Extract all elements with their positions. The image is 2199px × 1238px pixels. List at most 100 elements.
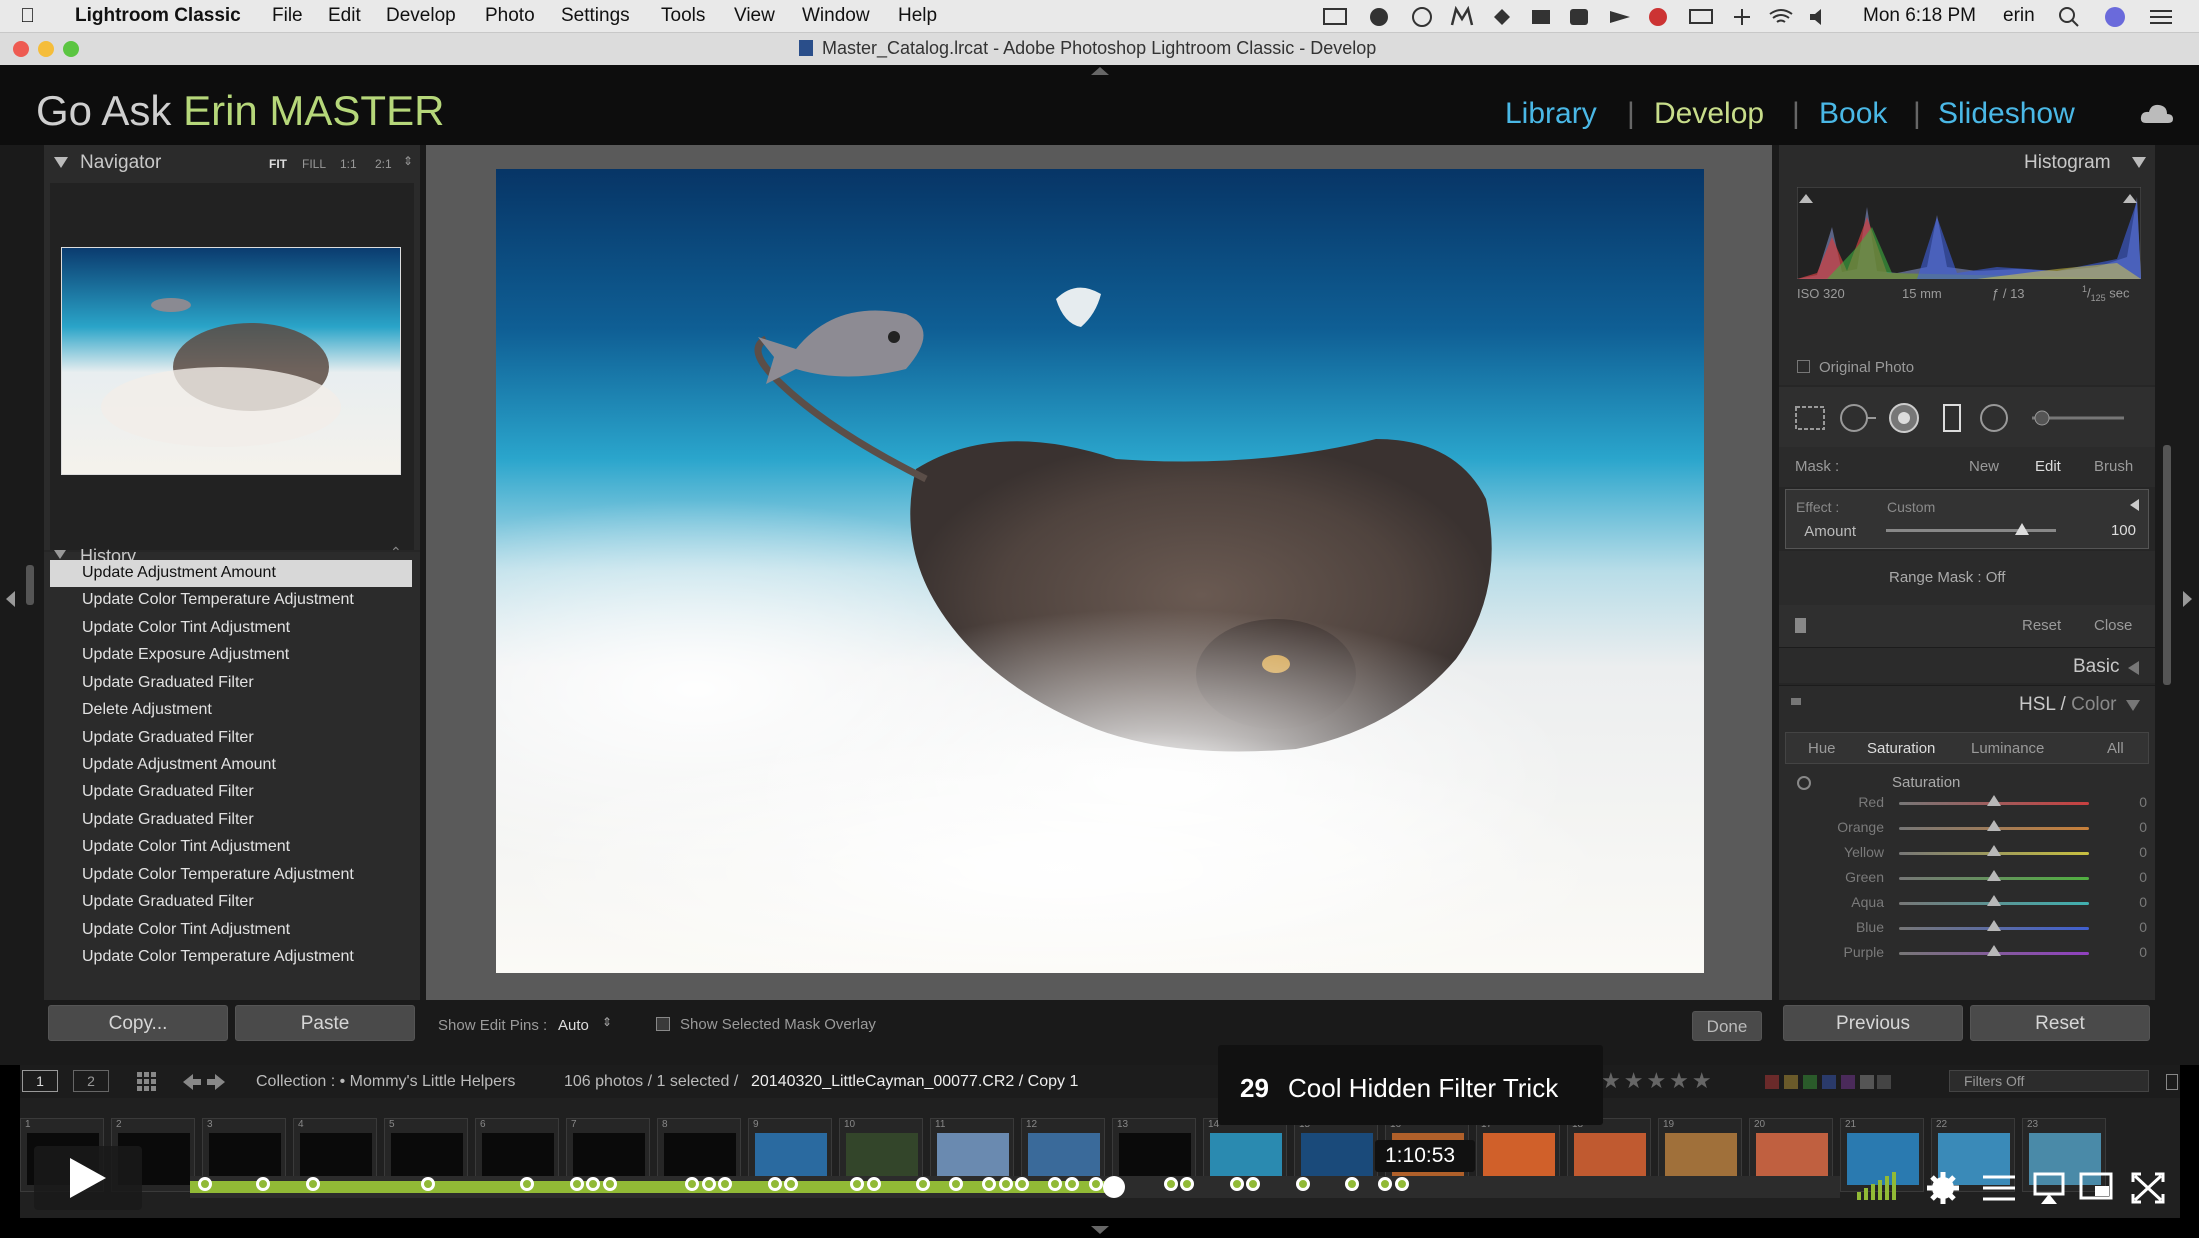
hsl-slider-thumb[interactable] xyxy=(1987,795,2001,806)
hsl-slider-value[interactable]: 0 xyxy=(2115,869,2147,885)
chapter-marker[interactable] xyxy=(1378,1177,1392,1191)
menubar-status-icons[interactable] xyxy=(1322,6,1822,28)
menu-develop[interactable]: Develop xyxy=(386,5,456,27)
menu-view[interactable]: View xyxy=(734,5,775,27)
hsl-slider-thumb[interactable] xyxy=(1987,895,2001,906)
chapter-marker[interactable] xyxy=(784,1177,798,1191)
menu-help[interactable]: Help xyxy=(898,5,937,27)
effect-collapse-icon[interactable] xyxy=(2130,499,2139,511)
hsl-slider-thumb[interactable] xyxy=(1987,845,2001,856)
menu-tools[interactable]: Tools xyxy=(661,5,705,27)
play-button[interactable] xyxy=(28,1140,148,1216)
hsl-slider-value[interactable]: 0 xyxy=(2115,894,2147,910)
top-panel-toggle-icon[interactable] xyxy=(1091,67,1109,75)
zoom-fill[interactable]: FILL xyxy=(302,157,326,171)
basic-panel-header[interactable]: Basic xyxy=(1779,647,2155,683)
history-title[interactable]: History xyxy=(80,546,136,560)
hsl-slider-track[interactable] xyxy=(1899,945,2089,956)
menubar-user[interactable]: erin xyxy=(2003,5,2035,27)
chapter-marker[interactable] xyxy=(569,1177,584,1191)
mask-overlay-checkbox[interactable] xyxy=(656,1017,670,1031)
color-label-filter[interactable] xyxy=(1765,1075,1891,1089)
amount-slider-thumb[interactable] xyxy=(2015,523,2029,535)
rating-filter-stars[interactable]: ★★★★★ xyxy=(1601,1068,1715,1094)
history-item[interactable]: Update Color Temperature Adjustment xyxy=(50,587,412,614)
history-item[interactable]: Update Color Temperature Adjustment xyxy=(50,944,412,971)
menu-file[interactable]: File xyxy=(272,5,303,27)
mask-reset[interactable]: Reset xyxy=(2022,617,2061,634)
tab-all[interactable]: All xyxy=(2107,740,2124,757)
zoom-2-1[interactable]: 2:1 xyxy=(375,157,392,171)
left-panel-handle[interactable] xyxy=(26,565,34,605)
history-item[interactable]: Update Color Temperature Adjustment xyxy=(50,862,412,889)
apple-icon[interactable]:  xyxy=(20,5,35,28)
chapter-marker[interactable] xyxy=(982,1177,996,1191)
tab-saturation[interactable]: Saturation xyxy=(1867,740,1935,757)
chapter-marker[interactable] xyxy=(701,1177,716,1191)
mask-toggle-switch[interactable] xyxy=(1795,618,1806,633)
video-progress-bar[interactable] xyxy=(190,1176,1840,1198)
history-item[interactable]: Update Adjustment Amount xyxy=(50,560,412,587)
module-develop[interactable]: Develop xyxy=(1654,97,1764,131)
cloud-sync-icon[interactable] xyxy=(2140,101,2174,127)
chapter-marker[interactable] xyxy=(866,1177,881,1191)
paste-settings-button[interactable]: Paste xyxy=(235,1005,415,1041)
targeted-adjustment-icon[interactable] xyxy=(1797,776,1811,790)
chapter-marker[interactable] xyxy=(1229,1177,1244,1191)
chapter-marker[interactable] xyxy=(998,1177,1013,1191)
grid-nav-icons[interactable] xyxy=(137,1072,227,1092)
tab-luminance[interactable]: Luminance xyxy=(1971,740,2044,757)
chapter-marker[interactable] xyxy=(949,1177,963,1191)
left-panel-toggle-icon[interactable] xyxy=(6,591,15,607)
hsl-slider-value[interactable]: 0 xyxy=(2115,944,2147,960)
zoom-menu-icon[interactable]: ⇕ xyxy=(403,154,413,168)
tab-hue[interactable]: Hue xyxy=(1808,740,1836,757)
window-2-button[interactable]: 2 xyxy=(73,1070,109,1092)
zoom-window-button[interactable] xyxy=(63,41,79,57)
menubar-clock[interactable]: Mon 6:18 PM xyxy=(1863,5,1976,27)
chapter-marker[interactable] xyxy=(305,1177,320,1191)
hsl-slider-thumb[interactable] xyxy=(1987,945,2001,956)
history-item[interactable]: Update Graduated Filter xyxy=(50,889,412,916)
histogram-graph[interactable] xyxy=(1797,187,2141,279)
chapter-marker[interactable] xyxy=(421,1177,435,1191)
video-scrubber[interactable] xyxy=(1103,1176,1125,1198)
module-slideshow[interactable]: Slideshow xyxy=(1938,97,2075,131)
hsl-slider-value[interactable]: 0 xyxy=(2115,794,2147,810)
collapse-triangle-icon[interactable] xyxy=(2126,700,2140,711)
chapter-marker[interactable] xyxy=(1048,1177,1062,1191)
filter-lock-icon[interactable] xyxy=(2166,1074,2178,1090)
chapter-marker[interactable] xyxy=(256,1177,270,1191)
hsl-slider-value[interactable]: 0 xyxy=(2115,844,2147,860)
history-item[interactable]: Update Graduated Filter xyxy=(50,670,412,697)
hsl-slider-track[interactable] xyxy=(1899,895,2089,906)
hsl-slider-track[interactable] xyxy=(1899,795,2089,806)
history-item[interactable]: Update Color Tint Adjustment xyxy=(50,917,412,944)
chapter-marker[interactable] xyxy=(1246,1177,1260,1191)
collapse-triangle-icon[interactable] xyxy=(2132,157,2146,168)
histogram-title[interactable]: Histogram xyxy=(2024,152,2111,174)
menu-photo[interactable]: Photo xyxy=(485,5,535,27)
right-panel-toggle-icon[interactable] xyxy=(2183,591,2192,607)
module-book[interactable]: Book xyxy=(1819,97,1887,131)
hsl-title-color[interactable]: Color xyxy=(2071,694,2116,715)
zoom-1-1[interactable]: 1:1 xyxy=(340,157,357,171)
menu-edit[interactable]: Edit xyxy=(328,5,361,27)
previous-button[interactable]: Previous xyxy=(1783,1005,1963,1041)
develop-tools[interactable] xyxy=(1794,401,2144,435)
collection-source[interactable]: Collection : • Mommy's Little Helpers xyxy=(256,1073,515,1091)
history-item[interactable]: Update Exposure Adjustment xyxy=(50,642,412,669)
history-item[interactable]: Update Graduated Filter xyxy=(50,807,412,834)
reset-button[interactable]: Reset xyxy=(1970,1005,2150,1041)
history-item[interactable]: Update Graduated Filter xyxy=(50,779,412,806)
history-item[interactable]: Update Graduated Filter xyxy=(50,725,412,752)
selected-filename[interactable]: 20140320_LittleCayman_00077.CR2 / Copy 1 xyxy=(751,1073,1078,1091)
panel-toggle-switch[interactable] xyxy=(1791,698,1801,705)
hsl-slider-thumb[interactable] xyxy=(1987,870,2001,881)
window-1-button[interactable]: 1 xyxy=(22,1070,58,1092)
mask-edit[interactable]: Edit xyxy=(2035,458,2061,475)
history-item[interactable]: Update Color Tint Adjustment xyxy=(50,615,412,642)
hsl-slider-track[interactable] xyxy=(1899,870,2089,881)
hsl-slider-value[interactable]: 0 xyxy=(2115,819,2147,835)
menu-settings[interactable]: Settings xyxy=(561,5,630,27)
